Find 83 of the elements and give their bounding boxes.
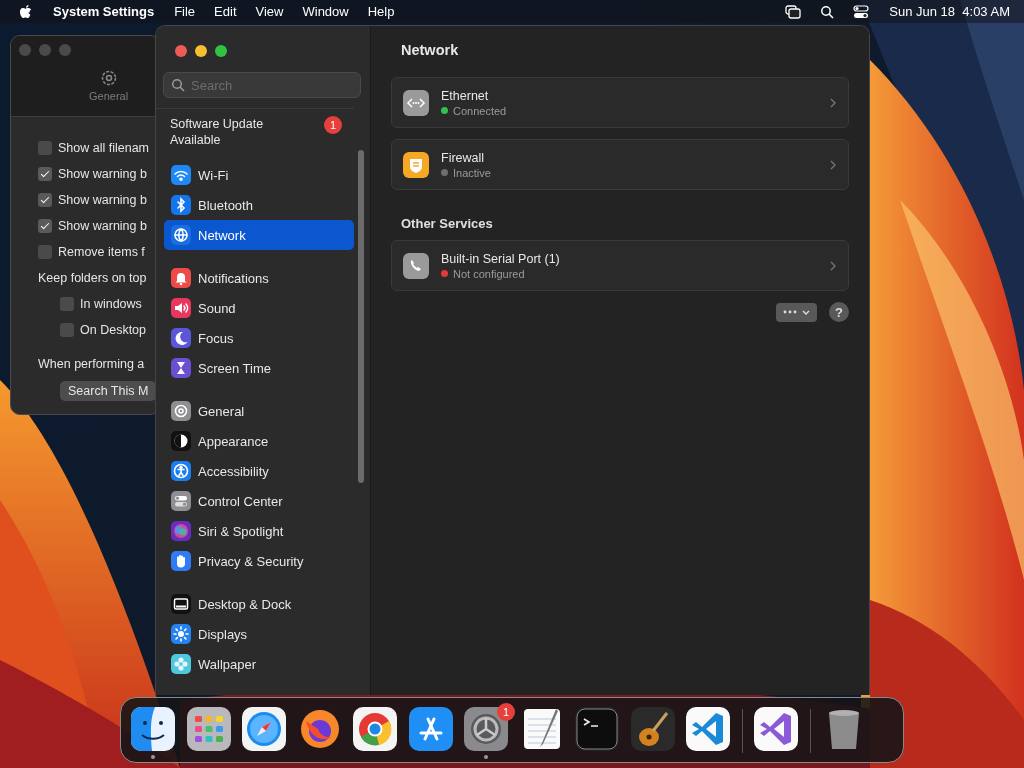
- option-label: Remove items f: [58, 245, 145, 259]
- sidebar-item[interactable]: Control Center: [164, 486, 354, 516]
- option-label: In windows: [80, 297, 142, 311]
- control-center-icon[interactable]: [853, 4, 870, 19]
- section-heading: Other Services: [401, 216, 494, 231]
- sidebar-item[interactable]: Focus: [164, 323, 354, 353]
- option-heading: When performing a: [38, 356, 146, 373]
- sidebar-item[interactable]: Sound: [164, 293, 354, 323]
- close-button[interactable]: [175, 45, 187, 57]
- app-icon[interactable]: [353, 707, 397, 751]
- checkbox[interactable]: [38, 167, 52, 181]
- app-icon[interactable]: [408, 707, 453, 751]
- checkbox[interactable]: [60, 297, 74, 311]
- option-label: On Desktop: [80, 323, 146, 337]
- shield-icon: [403, 151, 429, 178]
- sidebar-item[interactable]: Appearance: [164, 426, 354, 456]
- app-menu[interactable]: System Settings: [53, 4, 155, 19]
- app-icon[interactable]: [186, 707, 231, 751]
- service-status: Inactive: [453, 166, 491, 179]
- chevron-icon: [830, 97, 836, 108]
- checkbox[interactable]: [38, 193, 52, 207]
- service-row[interactable]: Firewall Inactive: [391, 139, 849, 190]
- sidebar-item[interactable]: Notifications: [164, 263, 354, 293]
- search-icon: [171, 78, 185, 92]
- sidebar-item[interactable]: Bluetooth: [164, 190, 354, 220]
- ethernet-icon: [403, 89, 429, 116]
- more-actions-button[interactable]: [776, 302, 817, 322]
- checkbox[interactable]: [60, 323, 74, 337]
- software-update-notice[interactable]: Software Update Available: [170, 116, 300, 148]
- service-row[interactable]: Ethernet Connected: [391, 77, 849, 128]
- sidebar-item[interactable]: Network: [164, 220, 354, 250]
- menu-item[interactable]: Window: [302, 4, 349, 19]
- sidebar-item[interactable]: Displays: [164, 619, 354, 649]
- app-icon[interactable]: [630, 707, 675, 751]
- scrollbar[interactable]: [358, 150, 364, 483]
- sidebar-item[interactable]: Privacy & Security: [164, 546, 354, 576]
- menu-item[interactable]: File: [174, 4, 196, 19]
- app-icon[interactable]: [131, 707, 175, 751]
- minimize-button[interactable]: [195, 45, 207, 57]
- app-icon[interactable]: [242, 707, 286, 751]
- checkbox[interactable]: [38, 141, 52, 155]
- option-label: Show warning b: [58, 193, 147, 207]
- app-icon[interactable]: [686, 707, 730, 751]
- checkbox[interactable]: [38, 219, 52, 233]
- sidebar-item[interactable]: Siri & Spotlight: [164, 516, 354, 546]
- sidebar-item[interactable]: General: [164, 396, 354, 426]
- menu-bar-clock[interactable]: Sun Jun 18 4:03 AM: [889, 4, 1010, 19]
- checkbox[interactable]: [38, 245, 52, 259]
- service-name: Firewall: [441, 150, 486, 165]
- service-row[interactable]: Built-in Serial Port (1) Not configured: [391, 240, 849, 291]
- chevron-icon: [830, 260, 836, 271]
- option-label: Show warning b: [58, 219, 147, 233]
- sidebar-item[interactable]: Wi-Fi: [164, 160, 354, 190]
- option-heading: Keep folders on top: [38, 270, 148, 287]
- sidebar-item[interactable]: Accessibility: [164, 456, 354, 486]
- service-status: Connected: [453, 104, 507, 117]
- notification-badge: 1: [324, 116, 342, 134]
- notification-badge: 1: [497, 703, 515, 721]
- sidebar-item[interactable]: Screen Time: [164, 353, 354, 383]
- option-label: Show all filenam: [58, 141, 149, 155]
- service-name: Built-in Serial Port (1): [441, 251, 561, 266]
- ellipsis-icon: [783, 310, 797, 314]
- app-icon[interactable]: [464, 707, 508, 751]
- general-tab[interactable]: General: [89, 68, 129, 102]
- chevron-down-icon: [802, 309, 810, 315]
- sidebar-item[interactable]: Desktop & Dock: [164, 589, 354, 619]
- app-icon[interactable]: [754, 707, 798, 751]
- service-name: Ethernet: [441, 88, 490, 103]
- help-button[interactable]: ?: [829, 302, 849, 322]
- chevron-icon: [830, 159, 836, 170]
- pane-title: Network: [401, 42, 460, 58]
- service-status: Not configured: [453, 267, 525, 280]
- menu-item[interactable]: Help: [367, 4, 395, 19]
- screen-mirroring-icon[interactable]: [785, 4, 802, 19]
- option-label: Show warning b: [58, 167, 147, 181]
- sidebar-item[interactable]: Wallpaper: [164, 649, 354, 679]
- zoom-button[interactable]: [215, 45, 227, 57]
- apple-logo-icon[interactable]: [19, 3, 33, 20]
- menu-item[interactable]: Edit: [214, 4, 237, 19]
- search-scope-button[interactable]: Search This M: [60, 381, 157, 401]
- search-icon[interactable]: [819, 4, 836, 19]
- phone-icon: [403, 252, 429, 279]
- menu-item[interactable]: View: [255, 4, 284, 19]
